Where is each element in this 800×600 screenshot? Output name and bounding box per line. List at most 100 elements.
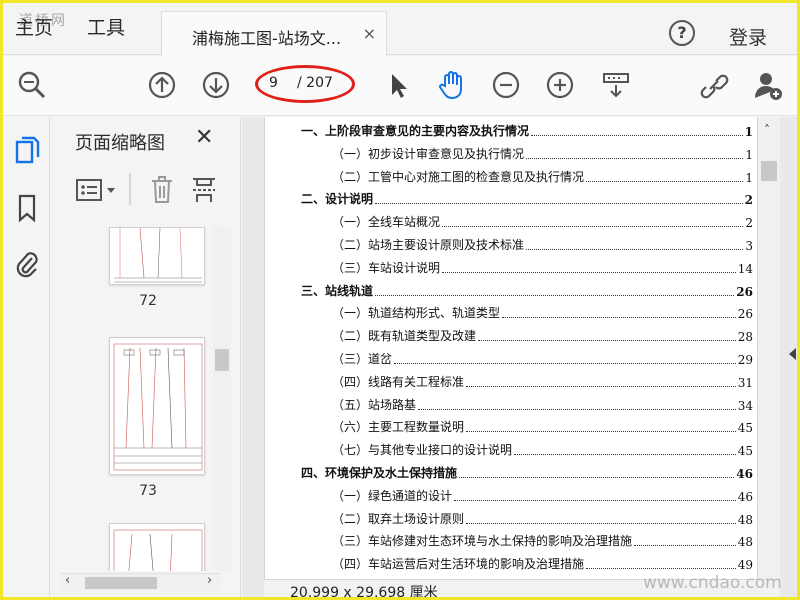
toc-leader-dots	[375, 294, 735, 296]
help-icon[interactable]: ?	[669, 20, 695, 46]
toc-entry[interactable]: 三、站线轨道 26	[301, 279, 753, 299]
toc-entry[interactable]: （六）主要工程数量说明 45	[332, 415, 753, 435]
document-tab-title: 浦梅施工图-站场文...	[192, 29, 342, 48]
toc-entry[interactable]: 一、上阶段审查意见的主要内容及执行情况 1	[301, 119, 753, 139]
toc-entry[interactable]: （一）轨道结构形式、轨道类型 26	[332, 301, 753, 321]
document-vertical-scrollbar[interactable]: ˄	[758, 117, 780, 579]
toc-entry-label: （二）既有轨道类型及改建	[332, 329, 477, 344]
hand-tool-icon[interactable]	[435, 68, 469, 102]
zoom-search-icon[interactable]	[15, 68, 49, 102]
thumbnail-vertical-scrollbar[interactable]	[213, 227, 231, 571]
toc-entry-label: （二）工管中心对施工图的检查意见及执行情况	[332, 169, 585, 184]
toc-leader-dots	[375, 203, 743, 205]
zoom-out-icon[interactable]	[489, 68, 523, 102]
app-window: 道桥网 主页 工具 浦梅施工图-站场文... × ? 登录 9 / 207 页面…	[0, 0, 800, 600]
scroll-up-arrow-icon[interactable]: ˄	[764, 123, 770, 137]
toc-entry-page: 45	[737, 421, 753, 436]
toc-entry[interactable]: （一）初步设计审查意见及执行情况 1	[332, 142, 753, 162]
toc-entry[interactable]: （二）工管中心对施工图的检查意见及执行情况 1	[332, 165, 753, 185]
toc-entry-label: （一）轨道结构形式、轨道类型	[332, 306, 501, 321]
toc-entry[interactable]: （三）车站设计说明 14	[332, 256, 753, 276]
scrollbar-thumb[interactable]	[761, 161, 777, 181]
toc-entry-page: 31	[737, 375, 753, 390]
thumbnail-options-icon[interactable]	[75, 177, 119, 203]
toc-leader-dots	[442, 226, 744, 228]
scroll-right-arrow-icon[interactable]: ›	[207, 573, 212, 588]
toc-entry[interactable]: （二）既有轨道类型及改建 28	[332, 324, 753, 344]
tab-home[interactable]: 主页	[15, 13, 53, 40]
expand-right-pane-icon[interactable]	[789, 348, 796, 360]
toc-entry-page: 14	[737, 261, 753, 276]
toc-entry[interactable]: （一）绿色通道的设计 46	[332, 484, 753, 504]
add-user-icon[interactable]	[751, 68, 785, 102]
close-panel-icon[interactable]: ✕	[195, 125, 213, 150]
toc-leader-dots	[531, 135, 743, 136]
tab-document[interactable]: 浦梅施工图-站场文... ×	[161, 11, 387, 56]
toc-entry-label: （一）初步设计审查意见及执行情况	[332, 146, 525, 161]
page-total-label: / 207	[297, 75, 333, 91]
tab-bar: 道桥网 主页 工具 浦梅施工图-站场文... × ? 登录	[3, 3, 797, 56]
share-link-icon[interactable]	[697, 68, 731, 102]
document-viewer: 一、上阶段审查意见的主要内容及执行情况 1 （一）初步设计审查意见及执行情况 1 （二）…	[242, 117, 797, 600]
toc-entry-page: 48	[737, 535, 753, 550]
toc-entry[interactable]: （四）车站运营后对生活环境的影响及治理措施 49	[332, 552, 753, 572]
toc-entry-page: 1	[745, 170, 753, 185]
toc-leader-dots	[466, 522, 736, 524]
toc-entry[interactable]: 二、设计说明 2	[301, 187, 753, 207]
thumbnail-page[interactable]	[109, 227, 205, 285]
toc-leader-dots	[586, 180, 744, 182]
delete-page-icon[interactable]	[149, 175, 175, 205]
toc-entry[interactable]: （三）车站修建对生态环境与水土保持的影响及治理措施 48	[332, 529, 753, 549]
scrollbar-thumb[interactable]	[215, 349, 229, 371]
scroll-mode-icon[interactable]	[599, 68, 633, 102]
toc-entry-label: 三、站线轨道	[301, 283, 374, 298]
page-current-input[interactable]: 9	[269, 75, 278, 91]
toc-entry[interactable]: （一）全线车站概况 2	[332, 210, 753, 230]
toc-entry[interactable]: （二）取弃土场设计原则 48	[332, 507, 753, 527]
page-size-label: 20.999 x 29.698 厘米	[290, 585, 438, 600]
toc-entry-page: 2	[744, 193, 753, 208]
zoom-in-icon[interactable]	[543, 68, 577, 102]
toc-entry[interactable]: （五）站场路基 34	[332, 393, 753, 413]
select-cursor-icon[interactable]	[381, 68, 415, 102]
page-thumbnails-icon[interactable]	[14, 135, 40, 165]
scroll-left-arrow-icon[interactable]: ‹	[65, 573, 70, 588]
toc-leader-dots	[442, 271, 736, 273]
thumbnail-horizontal-scrollbar[interactable]: ‹ ›	[61, 573, 221, 591]
toc-leader-dots	[586, 568, 736, 570]
toc-entry-label: 四、环境保护及水土保持措施	[301, 466, 458, 480]
toc-entry[interactable]: （二）站场主要设计原则及技术标准 3	[332, 233, 753, 253]
tab-tools[interactable]: 工具	[87, 13, 125, 40]
thumbnail-page[interactable]	[109, 337, 205, 475]
thumbnail-toolbar	[51, 169, 241, 213]
crop-page-icon[interactable]	[191, 175, 217, 205]
toc-entry-label: （三）车站修建对生态环境与水土保持的影响及治理措施	[332, 534, 633, 549]
toc-entry-label: （七）与其他专业接口的设计说明	[332, 443, 513, 458]
thumbnail-page[interactable]	[109, 523, 205, 571]
toc-leader-dots	[466, 431, 736, 433]
toc-entry-label: 二、设计说明	[301, 192, 374, 207]
toc-leader-dots	[394, 363, 736, 364]
toc-entry-label: （二）取弃土场设计原则	[332, 511, 465, 526]
login-button[interactable]: 登录	[729, 23, 767, 50]
page-number-field[interactable]: 9 / 207	[255, 65, 355, 103]
left-rail	[3, 117, 50, 597]
attachment-icon[interactable]	[14, 249, 40, 279]
toc-entry[interactable]: （三）道岔 29	[332, 347, 753, 367]
close-tab-icon[interactable]: ×	[363, 24, 376, 43]
toc-leader-dots	[478, 340, 736, 342]
document-page: 一、上阶段审查意见的主要内容及执行情况 1 （一）初步设计审查意见及执行情况 1 （二）…	[264, 117, 758, 579]
toc-entry-page: 34	[737, 398, 753, 413]
toc-entry-page: 45	[737, 444, 753, 459]
scrollbar-thumb[interactable]	[85, 577, 157, 589]
toc-entry[interactable]: 四、环境保护及水土保持措施 46	[301, 461, 753, 481]
toc-entry[interactable]: （四）线路有关工程标准 31	[332, 370, 753, 390]
toc-leader-dots	[459, 477, 735, 478]
previous-page-icon[interactable]	[145, 68, 179, 102]
bookmark-icon[interactable]	[14, 193, 40, 223]
toc-entry-label: （五）站场路基	[332, 397, 417, 412]
toc-entry[interactable]: （七）与其他专业接口的设计说明 45	[332, 438, 753, 458]
toc-entry-label: 一、上阶段审查意见的主要内容及执行情况	[301, 124, 530, 138]
next-page-icon[interactable]	[199, 68, 233, 102]
toc-entry-label: （六）主要工程数量说明	[332, 420, 465, 435]
